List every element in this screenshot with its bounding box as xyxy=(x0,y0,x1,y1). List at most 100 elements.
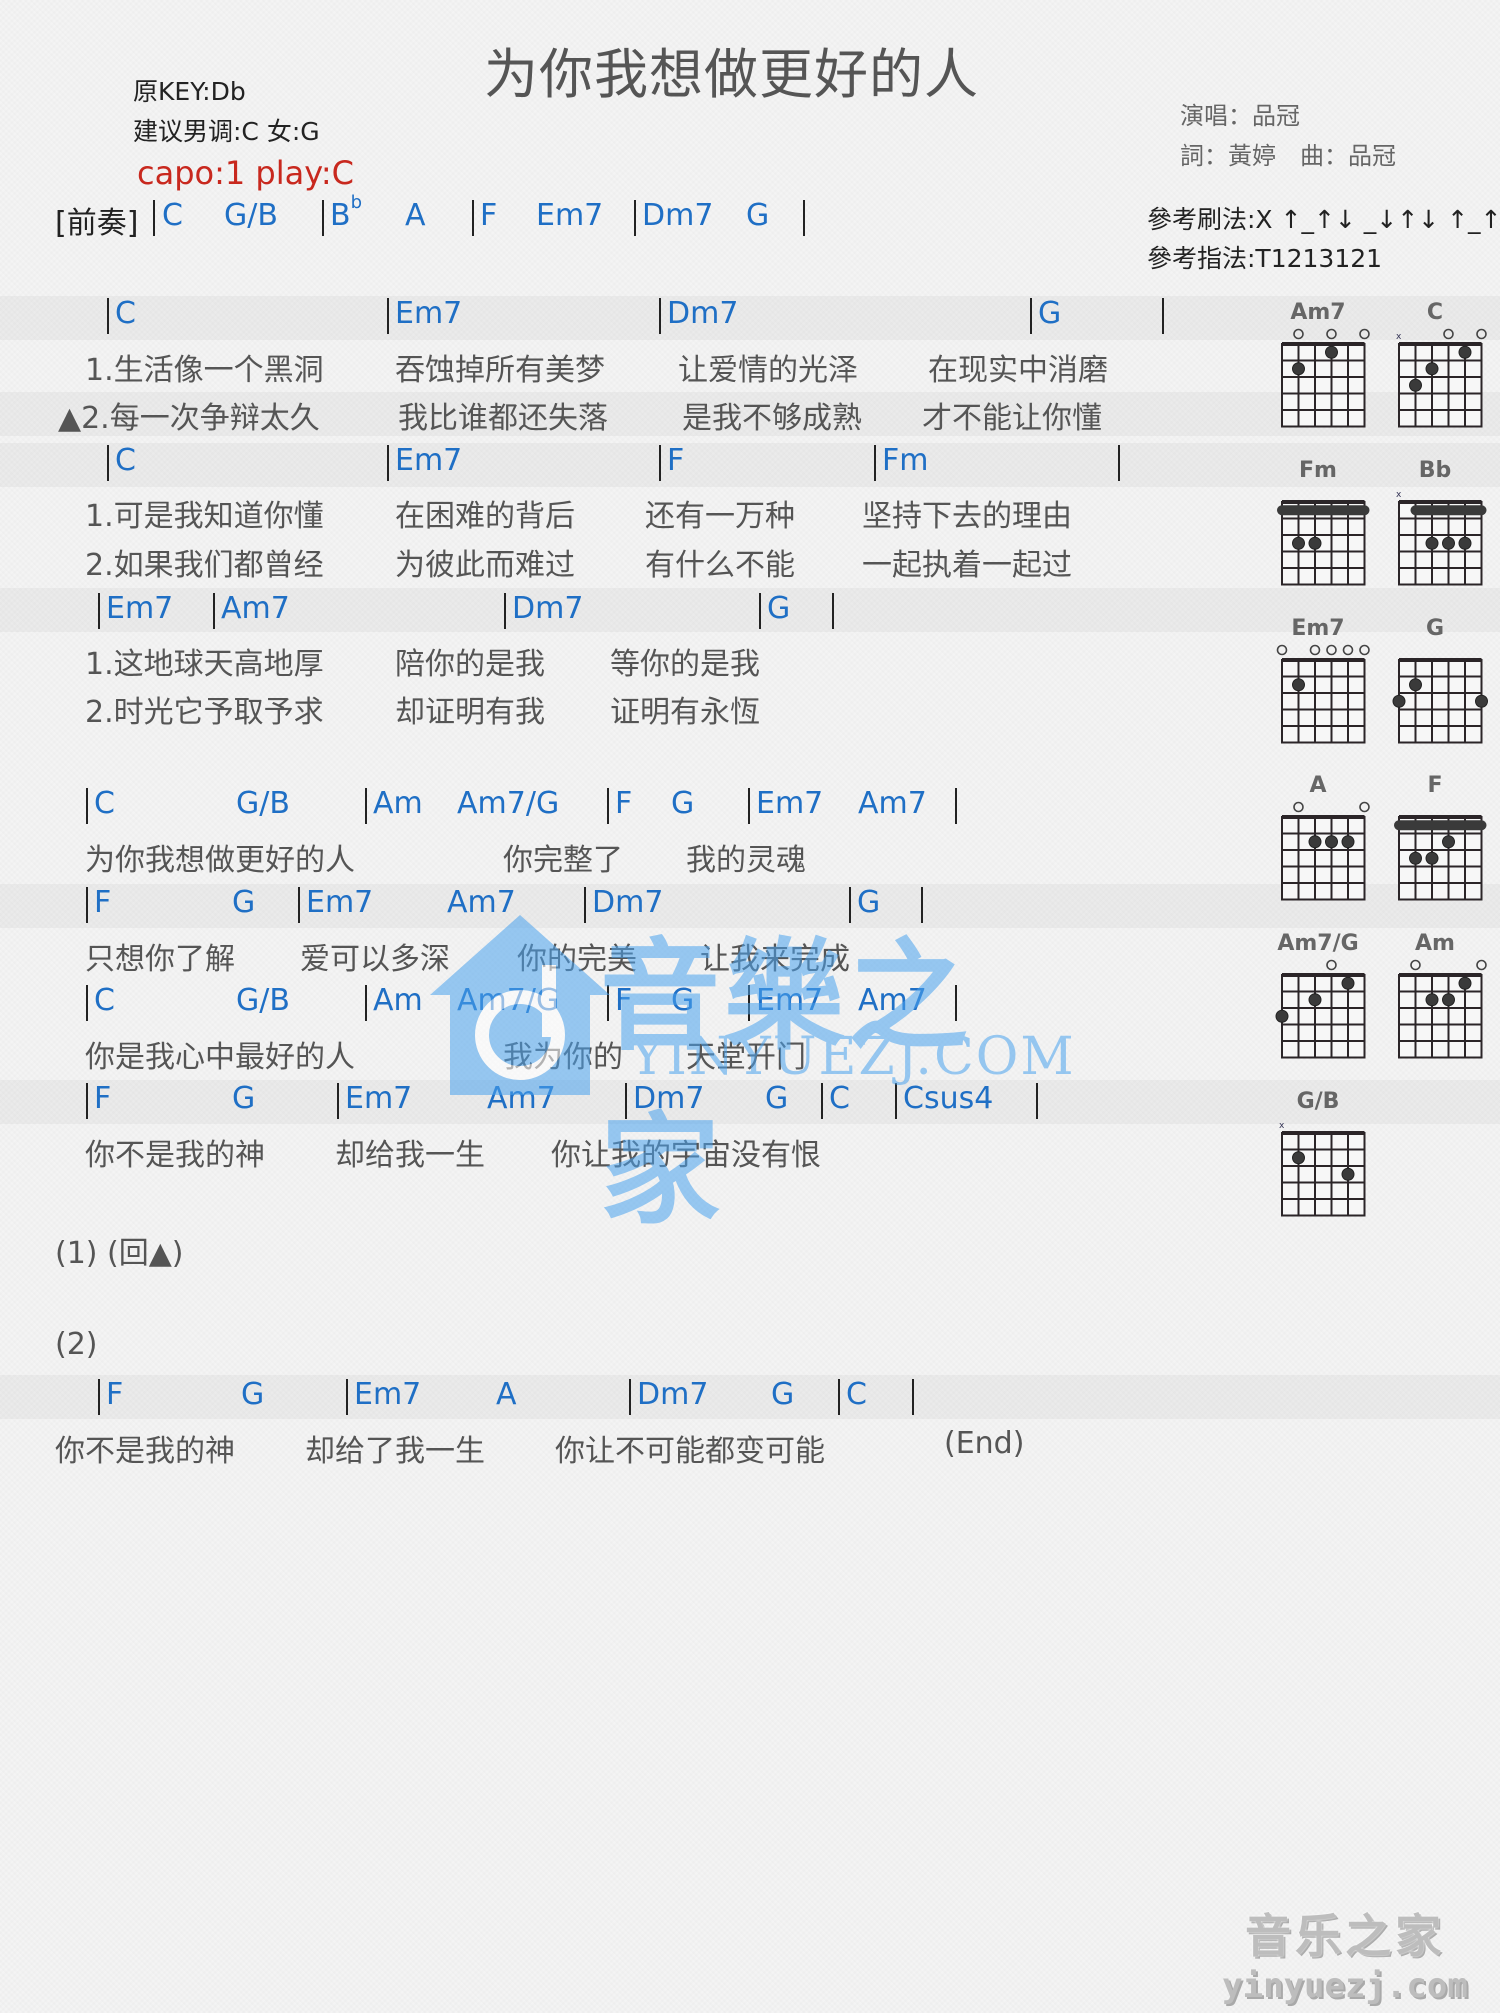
bar-line xyxy=(748,788,750,824)
barre xyxy=(1394,820,1487,831)
bar-line xyxy=(504,593,506,629)
bar-line xyxy=(298,887,300,923)
chord: Am7/G xyxy=(457,983,560,1018)
bar-line xyxy=(387,298,389,334)
finger-dot xyxy=(1458,345,1472,359)
chord: Em7 xyxy=(106,591,174,626)
lyric: 2.时光它予取予求 xyxy=(85,695,324,730)
site-logo-url: yinyuezj.com xyxy=(1222,1966,1468,2006)
chord: Am7 xyxy=(858,983,927,1018)
bar-line xyxy=(625,1083,627,1119)
fretboard: x xyxy=(1396,328,1487,428)
bar-line xyxy=(98,1379,100,1415)
lyric: 你是我心中最好的人 xyxy=(85,1040,355,1075)
fretboard xyxy=(1281,801,1370,901)
fretboard xyxy=(1281,328,1370,428)
chord: G xyxy=(232,1081,256,1116)
lyric: 还有一万种 xyxy=(645,499,795,534)
chord: G xyxy=(771,1377,795,1412)
chord: C xyxy=(829,1081,850,1116)
chord: G/B xyxy=(236,983,290,1018)
nut xyxy=(1282,500,1365,504)
nut xyxy=(1282,1131,1365,1135)
open-string-marker xyxy=(1326,644,1337,656)
bar-line xyxy=(912,1379,914,1415)
open-string-marker xyxy=(1326,959,1337,971)
nut xyxy=(1399,973,1482,977)
chord: Bb xyxy=(330,192,362,233)
bar-line xyxy=(86,1083,88,1119)
fretboard-frame xyxy=(1281,816,1366,901)
chord: Em7 xyxy=(756,786,824,821)
fretboard xyxy=(1394,815,1487,901)
chord: Em7 xyxy=(756,983,824,1018)
chord: C xyxy=(162,198,183,233)
chord: G xyxy=(746,198,770,233)
original-key: 原KEY:Db xyxy=(133,77,246,106)
chord: Dm7 xyxy=(642,198,714,233)
chorus-chord-line-1: C G/B Am Am7/G F G Em7 Am7 xyxy=(0,786,1200,826)
nut xyxy=(1282,658,1365,662)
open-string-marker xyxy=(1443,328,1454,340)
lyric: 让爱情的光泽 xyxy=(678,353,858,388)
finger-dot xyxy=(1308,993,1322,1007)
bar-line xyxy=(1030,298,1032,334)
lyric: 让我来完成 xyxy=(700,942,850,977)
lyric: 却给了我一生 xyxy=(305,1434,485,1469)
open-string-marker xyxy=(1410,959,1421,971)
lyric: ▲2.每一次争辩太久 xyxy=(58,401,320,436)
chord-diagram-fm: Fm xyxy=(1268,458,1388,608)
chord: G xyxy=(857,885,881,920)
lyric: 吞蚀掉所有美梦 xyxy=(395,353,605,388)
open-string-marker xyxy=(1309,644,1321,656)
chord: Am7 xyxy=(221,591,290,626)
lyric: 你不是我的神 xyxy=(55,1434,235,1469)
fretboard xyxy=(1398,959,1487,1059)
finger-dot xyxy=(1392,694,1406,708)
chord: Dm7 xyxy=(512,591,584,626)
lyric: 在现实中消磨 xyxy=(928,353,1108,388)
chord: F xyxy=(667,443,685,478)
finger-dot xyxy=(1475,694,1488,708)
chorus-chord-line-4: F G Em7 Am7 Dm7 G C Csus4 xyxy=(0,1081,1200,1121)
finger-dot xyxy=(1275,1009,1289,1023)
chord-diagram-am7: Am7 xyxy=(1268,300,1388,450)
lyric: 你让不可能都变可能 xyxy=(555,1434,825,1469)
fretboard: x xyxy=(1396,490,1487,586)
finger-dot xyxy=(1341,976,1355,990)
bar-line xyxy=(153,200,155,236)
lyric: 一起执着一起过 xyxy=(862,548,1072,583)
ending-chord-line: F G Em7 A Dm7 G C xyxy=(0,1377,1200,1417)
open-string-marker xyxy=(1293,328,1304,340)
site-logo: 音乐之家 yinyuezj.com xyxy=(1205,1900,1485,2006)
bar-line xyxy=(874,445,876,481)
chord: Em7 xyxy=(306,885,374,920)
finger-dot xyxy=(1325,835,1338,849)
verse-chord-line-1: C Em7 Dm7 G xyxy=(0,296,1200,336)
lyric: 陪你的是我 xyxy=(395,647,545,682)
bar-line xyxy=(337,1083,339,1119)
fretboard xyxy=(1275,959,1366,1059)
nut xyxy=(1282,815,1365,819)
open-string-marker xyxy=(1359,644,1370,656)
fretboard-frame xyxy=(1281,343,1366,428)
chord: G xyxy=(765,1081,789,1116)
fretboard-frame xyxy=(1281,659,1366,744)
open-string-marker xyxy=(1476,328,1487,340)
barre xyxy=(1410,505,1487,516)
bar-line xyxy=(584,887,586,923)
verse-chord-line-3: Em7 Am7 Dm7 G xyxy=(0,591,1200,631)
finger-dot xyxy=(1341,1167,1355,1181)
chord: G xyxy=(1038,296,1062,331)
bar-line xyxy=(921,887,923,923)
bar-line xyxy=(607,985,609,1021)
writer-credit: 詞：黃婷 曲：品冠 xyxy=(1180,142,1396,170)
lyric: 1.可是我知道你懂 xyxy=(85,499,324,534)
finger-dot xyxy=(1308,536,1322,550)
chorus-chord-line-3: C G/B Am Am7/G F G Em7 Am7 xyxy=(0,983,1200,1023)
finger-dot xyxy=(1292,678,1305,692)
chord: Am7 xyxy=(447,885,516,920)
chord-diagram-f: F xyxy=(1385,773,1500,923)
lyric: 坚持下去的理由 xyxy=(862,499,1072,534)
bar-line xyxy=(832,593,834,629)
